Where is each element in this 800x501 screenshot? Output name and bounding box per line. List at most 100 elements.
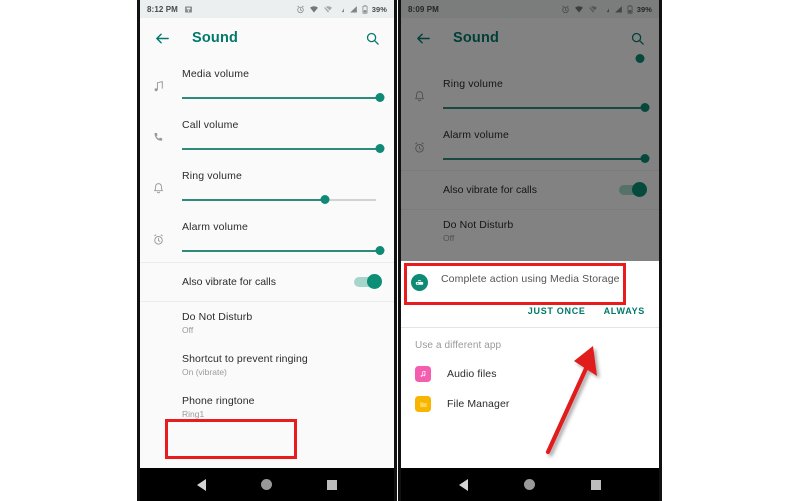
nav-home-icon[interactable]	[524, 479, 535, 490]
chooser-actions: JUST ONCE ALWAYS	[401, 300, 659, 328]
status-bar-right-group: 39%	[561, 5, 652, 14]
setting-call-volume[interactable]: Call volume	[140, 109, 394, 160]
do-not-disturb-subtitle: Off	[443, 233, 455, 243]
slider-thumb[interactable]	[640, 154, 650, 163]
chooser-app-audio-files[interactable]: Audio files	[401, 359, 659, 389]
slider-thumb[interactable]	[640, 103, 650, 112]
nav-recents-icon[interactable]	[326, 479, 337, 490]
alarm-volume-label: Alarm volume	[182, 221, 248, 233]
ring-volume-label: Ring volume	[182, 170, 243, 182]
media-volume-slider[interactable]	[182, 93, 385, 103]
right-status-bar: 8:09 PM 39%	[401, 0, 659, 18]
battery-percent: 39%	[636, 4, 652, 14]
nav-back-icon[interactable]	[459, 478, 468, 491]
battery-icon	[627, 4, 633, 14]
alarm-icon	[296, 5, 304, 13]
right-nav-bar	[401, 468, 659, 501]
slider-fill	[443, 107, 645, 109]
setting-alarm-volume[interactable]: Alarm volume	[401, 119, 659, 170]
call-volume-body: Call volume	[178, 119, 385, 154]
back-arrow-icon[interactable]	[413, 28, 433, 48]
use-different-app-header: Use a different app	[415, 340, 502, 351]
do-not-disturb-title: Do Not Disturb	[443, 219, 514, 231]
just-once-button[interactable]: JUST ONCE	[528, 306, 586, 316]
also-vibrate-label: Also vibrate for calls	[182, 276, 276, 288]
no-sim-icon	[323, 5, 332, 13]
phone-ringtone-subtitle: Ring1	[182, 409, 205, 419]
left-settings-list: Media volume Call volume Ring volume Ala…	[140, 58, 394, 428]
shortcut-title: Shortcut to prevent ringing	[182, 353, 308, 365]
chooser-app-file-manager[interactable]: File Manager	[401, 389, 659, 419]
setting-ring-volume[interactable]: Ring volume	[401, 68, 659, 119]
toggle-knob	[367, 274, 382, 289]
alarm-clock-icon	[413, 129, 439, 154]
status-bar-right-group: 39%	[296, 5, 387, 14]
slider-thumb[interactable]	[375, 93, 385, 102]
ring-volume-body: Ring volume	[439, 78, 650, 113]
bell-icon	[413, 78, 439, 103]
setting-do-not-disturb[interactable]: Do Not Disturb Off	[401, 209, 659, 252]
chooser-header: Complete action using Media Storage	[401, 261, 659, 300]
shortcut-subtitle: On (vibrate)	[182, 367, 227, 377]
also-vibrate-toggle[interactable]	[619, 182, 647, 197]
slider-fill	[182, 199, 325, 201]
media-volume-body: Media volume	[178, 68, 385, 103]
setting-alarm-volume[interactable]: Alarm volume	[140, 211, 394, 262]
also-vibrate-label: Also vibrate for calls	[443, 184, 537, 196]
call-volume-label: Call volume	[182, 119, 239, 131]
setting-do-not-disturb[interactable]: Do Not Disturb Off	[140, 301, 394, 344]
alarm-volume-body: Alarm volume	[439, 129, 650, 164]
status-bar-left-group: 8:12 PM	[147, 5, 193, 14]
slider-thumb[interactable]	[375, 144, 385, 153]
file-manager-label: File Manager	[447, 398, 510, 410]
battery-icon	[362, 4, 368, 14]
ring-volume-slider[interactable]	[443, 103, 650, 113]
search-icon[interactable]	[627, 28, 647, 48]
setting-media-volume[interactable]: Media volume	[140, 58, 394, 109]
setting-phone-ringtone[interactable]: Phone ringtone Ring1	[140, 386, 394, 428]
signal-1-icon	[341, 8, 344, 12]
setting-ring-volume[interactable]: Ring volume	[140, 160, 394, 211]
alarm-clock-icon	[152, 221, 178, 246]
left-app-bar: Sound	[140, 18, 394, 58]
alarm-volume-slider[interactable]	[443, 154, 650, 164]
page-title: Sound	[453, 30, 500, 46]
signal-1-icon	[606, 8, 609, 12]
left-phone-frame: 8:12 PM 39% Sound Media volume Call volu…	[137, 0, 397, 501]
back-arrow-icon[interactable]	[152, 28, 172, 48]
nav-home-icon[interactable]	[260, 479, 272, 490]
nav-back-icon[interactable]	[197, 478, 207, 491]
status-bar-left-group: 8:09 PM	[408, 5, 439, 14]
no-sim-icon	[588, 5, 597, 13]
always-button[interactable]: ALWAYS	[604, 306, 645, 316]
call-volume-slider[interactable]	[182, 144, 385, 154]
alarm-volume-slider[interactable]	[182, 246, 385, 256]
wifi-icon	[574, 5, 583, 12]
music-note-icon	[152, 68, 178, 93]
nav-recents-icon[interactable]	[591, 479, 601, 490]
slider-thumb[interactable]	[635, 54, 645, 63]
setting-also-vibrate-for-calls[interactable]: Also vibrate for calls	[140, 262, 394, 301]
signal-2-icon	[349, 5, 357, 12]
left-phone-screen: 8:12 PM 39% Sound Media volume Call volu…	[140, 0, 394, 468]
file-manager-icon	[415, 396, 431, 412]
left-status-bar: 8:12 PM 39%	[140, 0, 394, 18]
do-not-disturb-title: Do Not Disturb	[182, 311, 253, 323]
phone-ringtone-title: Phone ringtone	[182, 395, 255, 407]
partial-slider-top	[401, 54, 659, 68]
right-phone-screen: 8:09 PM 39% Sound Ring volume Alarm volu…	[401, 0, 659, 468]
left-nav-bar	[140, 468, 394, 501]
slider-thumb[interactable]	[320, 195, 330, 204]
setting-also-vibrate-for-calls[interactable]: Also vibrate for calls	[401, 170, 659, 209]
intent-chooser-sheet: Complete action using Media Storage JUST…	[401, 261, 659, 468]
battery-percent: 39%	[371, 4, 387, 14]
setting-shortcut-prevent-ringing[interactable]: Shortcut to prevent ringing On (vibrate)	[140, 344, 394, 386]
ring-volume-slider[interactable]	[182, 195, 380, 205]
slider-thumb[interactable]	[375, 246, 385, 255]
also-vibrate-toggle[interactable]	[354, 274, 382, 289]
page-title: Sound	[192, 30, 239, 46]
media-storage-icon	[411, 274, 428, 291]
slider-fill	[182, 97, 380, 99]
slider-fill	[182, 148, 380, 150]
search-icon[interactable]	[362, 28, 382, 48]
